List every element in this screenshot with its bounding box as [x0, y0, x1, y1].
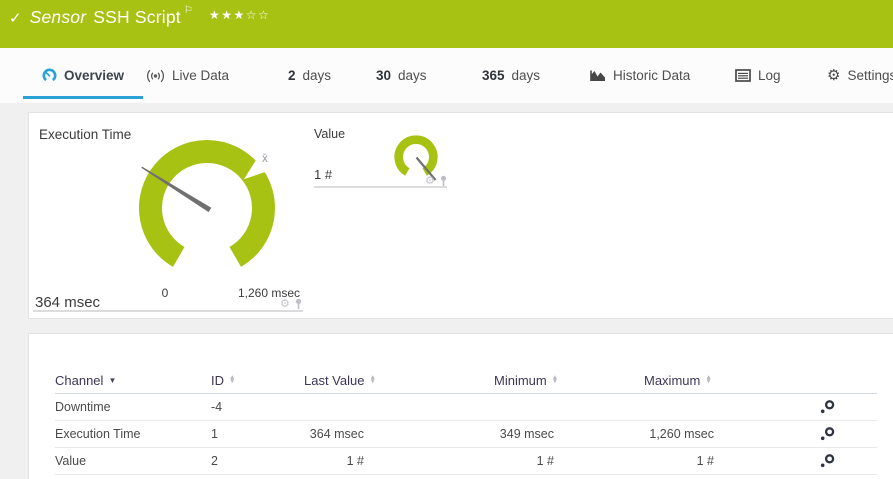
id-header-label: ID [211, 372, 224, 388]
sort-icon: ▲ ▼ [551, 373, 559, 385]
flag-icon[interactable]: ⚐ [184, 5, 193, 16]
execution-time-current-value: 364 msec [35, 294, 101, 311]
tab-365-days[interactable]: 365 days [482, 48, 540, 103]
sensor-name: SSH Script [93, 7, 181, 27]
last-value-header-label: Last Value [304, 372, 365, 388]
channels-table: Channel ▼ ID ▲ ▼ Last Value ▲ ▼ Minimum ▲ ▼ [55, 367, 877, 475]
sensor-title-bar: ✓ Sensor SSH Script ⚐ ★★★☆☆ [0, 0, 893, 48]
column-header-id[interactable]: ID ▲ ▼ [211, 373, 304, 388]
page-title: Sensor SSH Script ⚐ [29, 5, 193, 28]
tab-overview-label: Overview [63, 68, 125, 83]
gauge-scale-max: 1,260 msec [238, 286, 301, 300]
tab-overview[interactable]: Overview [23, 48, 143, 103]
tab-historic-data[interactable]: Historic Data [590, 48, 690, 103]
gauge-settings-gear-icon[interactable]: ⚙ [280, 299, 290, 310]
maximum-value: 1,260 msec [649, 427, 714, 441]
tab-settings[interactable]: ⚙ Settings [827, 48, 893, 103]
tab-bar: Overview Live Data 2 days 30 days 365 da… [0, 48, 893, 103]
gauge-divider [314, 186, 447, 188]
value-current-value: 1 # [314, 167, 333, 182]
tab-log-label: Log [758, 68, 781, 83]
gauge-scale-min: 0 [161, 286, 169, 300]
tab-2-days-number: 2 [288, 68, 296, 83]
channel-settings-icon[interactable] [820, 427, 877, 441]
log-list-icon [735, 69, 751, 82]
gauge-title-execution-time: Execution Time [39, 127, 132, 142]
tab-settings-label: Settings [847, 68, 893, 83]
column-header-maximum[interactable]: Maximum ▲ ▼ [644, 373, 714, 388]
tab-live-data-label: Live Data [172, 68, 230, 83]
status-ok-check-icon: ✓ [9, 10, 22, 27]
gauge-icon [42, 68, 57, 82]
channel-name[interactable]: Value [55, 454, 211, 468]
channel-name[interactable]: Downtime [55, 400, 211, 414]
sort-icon: ▲ ▼ [705, 373, 712, 385]
tab-30-days-unit: days [398, 68, 427, 83]
value-gauge-arc [394, 135, 438, 176]
gauges-panel: Execution Time x̄ 0 1,260 msec 364 msec … [28, 112, 893, 319]
tab-30-days-number: 30 [376, 68, 392, 83]
tab-365-days-unit: days [511, 68, 541, 83]
column-header-minimum[interactable]: Minimum ▲ ▼ [494, 372, 558, 388]
sort-icon: ▲ ▼ [229, 373, 236, 385]
channels-panel: Channel ▼ ID ▲ ▼ Last Value ▲ ▼ Minimum ▲ ▼ [28, 333, 893, 479]
channel-name[interactable]: Execution Time [55, 427, 211, 441]
tab-30-days[interactable]: 30 days [376, 48, 427, 103]
column-header-last-value[interactable]: Last Value ▲ ▼ [304, 372, 376, 388]
execution-time-gauge-arc [139, 140, 275, 267]
tab-2-days-unit: days [302, 68, 332, 83]
channel-settings-icon[interactable] [820, 454, 877, 468]
column-header-channel[interactable]: Channel ▼ [55, 373, 211, 388]
channel-settings-icon[interactable] [820, 400, 877, 414]
gauge-divider [33, 310, 303, 312]
table-row-downtime: Downtime -4 [55, 394, 877, 421]
last-value: 1 # [346, 454, 364, 468]
sensor-word: Sensor [29, 7, 87, 27]
table-header-row: Channel ▼ ID ▲ ▼ Last Value ▲ ▼ Minimum ▲ ▼ [55, 367, 877, 394]
sort-icon: ▲ ▼ [369, 373, 376, 385]
gauge-title-value: Value [314, 127, 346, 141]
area-chart-icon [590, 70, 605, 81]
gear-icon: ⚙ [827, 67, 841, 84]
channel-id: 1 [211, 427, 218, 441]
tab-live-data[interactable]: Live Data [146, 48, 229, 103]
maximum-value: 1 # [696, 454, 714, 468]
channel-header-label: Channel [55, 372, 104, 388]
tab-log[interactable]: Log [735, 48, 781, 103]
channel-id: 2 [211, 454, 218, 468]
minimum-value: 1 # [536, 454, 554, 468]
tab-historic-data-label: Historic Data [613, 68, 691, 83]
last-value: 364 msec [309, 427, 364, 441]
tab-365-days-number: 365 [482, 68, 505, 83]
tab-2-days[interactable]: 2 days [288, 48, 331, 103]
table-row-execution-time: Execution Time 1 364 msec 349 msec 1,260… [55, 421, 877, 448]
table-row-value: Value 2 1 # 1 # 1 # [55, 448, 877, 475]
page-content: Execution Time x̄ 0 1,260 msec 364 msec … [0, 103, 893, 479]
minimum-header-label: Minimum [494, 372, 547, 388]
channel-id: -4 [211, 400, 223, 414]
maximum-header-label: Maximum [644, 372, 701, 388]
pin-icon[interactable] [293, 298, 304, 310]
sort-desc-icon: ▼ [108, 375, 117, 385]
minimum-value: 349 msec [499, 427, 554, 441]
mean-marker-label: x̄ [262, 153, 268, 165]
priority-stars[interactable]: ★★★☆☆ [209, 8, 270, 22]
live-data-icon [147, 69, 164, 82]
